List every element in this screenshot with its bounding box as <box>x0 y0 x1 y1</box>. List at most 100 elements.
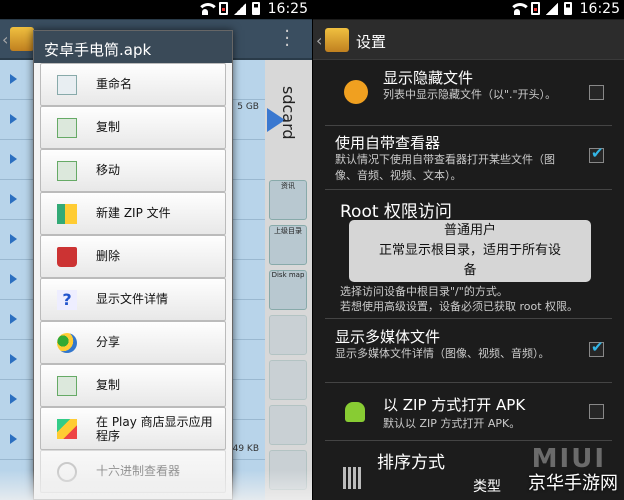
root-summary-1: 选择访问设备中根目录"/"的方式。 <box>340 285 508 298</box>
menu-item-label: 移动 <box>96 163 121 177</box>
expand-arrow-icon <box>10 114 17 124</box>
bottom-fade <box>0 470 312 500</box>
menu-item-delete[interactable]: 删除 <box>40 235 226 278</box>
rename-icon <box>57 75 77 95</box>
root-access-heading: Root 权限访问 <box>340 202 452 222</box>
menu-item-label: 新建 ZIP 文件 <box>96 206 171 220</box>
info-tile-label: 资讯 <box>281 182 295 190</box>
settings-header: ‹ 设置 <box>313 20 624 60</box>
menu-item-move[interactable]: 移动 <box>40 149 226 192</box>
menu-item-label: 复制 <box>96 378 121 392</box>
tool-tile[interactable] <box>269 315 307 355</box>
disk-map-label: Disk map <box>271 271 305 279</box>
status-bar: 16:25 <box>0 0 312 19</box>
toast-line-1: 普通用户 <box>443 223 496 238</box>
setting-summary: 显示多媒体文件详情（图像、视频、音频）。 <box>335 347 550 360</box>
copy-icon <box>57 376 77 396</box>
hidden-files-checkbox[interactable] <box>589 85 604 100</box>
toast-line-2: 正常显示根目录，适用于所有设 <box>378 243 561 258</box>
divider <box>325 189 612 190</box>
setting-summary: 默认情况下使用自带查看器打开某些文件（图像、音频、视频、文本）。 <box>335 153 555 182</box>
sort-value: 类型 <box>473 479 501 495</box>
zip-icon <box>57 204 77 224</box>
root-mode-toast: 普通用户 正常显示根目录，适用于所有设 备 <box>349 220 591 282</box>
sdcard-label: sdcard <box>279 86 298 140</box>
copy-icon <box>57 118 77 138</box>
expand-arrow-icon <box>10 274 17 284</box>
divider <box>325 440 612 441</box>
dialog-title: 安卓手电筒.apk <box>34 31 232 63</box>
expand-arrow-icon <box>10 74 17 84</box>
status-time: 16:25 <box>579 1 620 17</box>
setting-summary: 列表中显示隐藏文件（以"."开头）。 <box>383 88 557 101</box>
battery-icon <box>252 2 260 15</box>
back-chevron-icon[interactable]: ‹ <box>316 31 322 50</box>
divider <box>325 382 612 383</box>
menu-item-label: 复制 <box>96 120 121 134</box>
menu-item-label: 重命名 <box>96 77 133 91</box>
sort-heading: 排序方式 <box>377 453 445 473</box>
site-watermark: 京华手游网 <box>528 473 618 494</box>
apk-zip-checkbox[interactable] <box>589 404 604 419</box>
back-chevron-icon[interactable]: ‹ <box>2 30 8 49</box>
overflow-menu-icon[interactable]: · · · <box>284 23 290 55</box>
right-screen: 16:25 ‹ 设置 显示隐藏文件 列表中显示隐藏文件（以"."开头）。 使用自… <box>313 0 624 500</box>
setting-title: 显示多媒体文件 <box>335 328 441 346</box>
share-icon <box>57 333 77 353</box>
signal-icon <box>546 2 558 15</box>
hidden-files-icon <box>344 80 368 104</box>
expand-arrow-icon <box>10 194 17 204</box>
trash-icon <box>57 247 77 267</box>
left-screen: 16:25 ‹ · · · 5 GB 49 KB sdcard 资讯 上级目录 Di… <box>0 0 312 500</box>
setting-title: 以 ZIP 方式打开 APK <box>383 396 526 414</box>
setting-show-hidden[interactable]: 显示隐藏文件 列表中显示隐藏文件（以"."开头）。 <box>313 61 624 123</box>
size-label: 5 GB <box>237 102 259 112</box>
toast-line-3: 备 <box>463 263 477 278</box>
tool-tile[interactable] <box>269 360 307 400</box>
media-files-checkbox[interactable] <box>589 338 604 357</box>
setting-apk-zip[interactable]: 以 ZIP 方式打开 APK 默认以 ZIP 方式打开 APK。 <box>313 384 624 440</box>
status-bar: 16:25 <box>313 0 624 19</box>
expand-arrow-icon <box>10 234 17 244</box>
setting-media-files[interactable]: 显示多媒体文件 显示多媒体文件详情（图像、视频、音频）。 <box>313 320 624 380</box>
menu-item-label: 显示文件详情 <box>96 292 169 306</box>
expand-arrow-icon <box>10 314 17 324</box>
setting-builtin-viewer[interactable]: 使用自带查看器 默认情况下使用自带查看器打开某些文件（图像、音频、视频、文本）。 <box>313 126 624 188</box>
expand-arrow-icon <box>10 154 17 164</box>
menu-item-copy-2[interactable]: 复制 <box>40 364 226 407</box>
menu-item-share[interactable]: 分享 <box>40 321 226 364</box>
app-logo-icon <box>10 27 34 51</box>
menu-item-label: 在 Play 商店显示应用程序 <box>96 415 213 443</box>
signal-icon <box>234 2 246 15</box>
info-tile-button[interactable]: 资讯 <box>269 180 307 220</box>
sort-icon <box>343 467 363 489</box>
expand-arrow-icon <box>10 434 17 444</box>
setting-summary: 默认以 ZIP 方式打开 APK。 <box>383 417 521 430</box>
expand-arrow-icon <box>10 354 17 364</box>
menu-item-file-details[interactable]: ? 显示文件详情 <box>40 278 226 321</box>
disk-map-button[interactable]: Disk map <box>269 270 307 310</box>
menu-item-rename[interactable]: 重命名 <box>40 63 226 106</box>
wifi-icon <box>509 2 531 15</box>
parent-dir-button[interactable]: 上级目录 <box>269 225 307 265</box>
sim-icon <box>219 2 228 15</box>
move-icon <box>57 161 77 181</box>
menu-item-copy[interactable]: 复制 <box>40 106 226 149</box>
divider <box>325 318 612 319</box>
setting-title: 使用自带查看器 <box>335 134 441 152</box>
tool-tile[interactable] <box>269 405 307 445</box>
play-store-icon <box>57 419 77 439</box>
builtin-viewer-checkbox[interactable] <box>589 144 604 163</box>
size-label: 49 KB <box>232 444 259 454</box>
context-menu-dialog: 安卓手电筒.apk 重命名 复制 移动 新建 ZIP 文件 删除 ? 显示文件详… <box>33 30 233 500</box>
menu-item-play-store[interactable]: 在 Play 商店显示应用程序 <box>40 407 226 450</box>
app-logo-icon <box>325 28 349 52</box>
menu-item-new-zip[interactable]: 新建 ZIP 文件 <box>40 192 226 235</box>
android-icon <box>345 402 365 422</box>
parent-dir-label: 上级目录 <box>274 227 302 235</box>
sdcard-panel: sdcard 资讯 上级目录 Disk map <box>265 60 312 500</box>
expand-arrow-icon <box>10 394 17 404</box>
help-icon: ? <box>57 290 77 310</box>
menu-item-label: 分享 <box>96 335 121 349</box>
status-time: 16:25 <box>267 1 308 17</box>
